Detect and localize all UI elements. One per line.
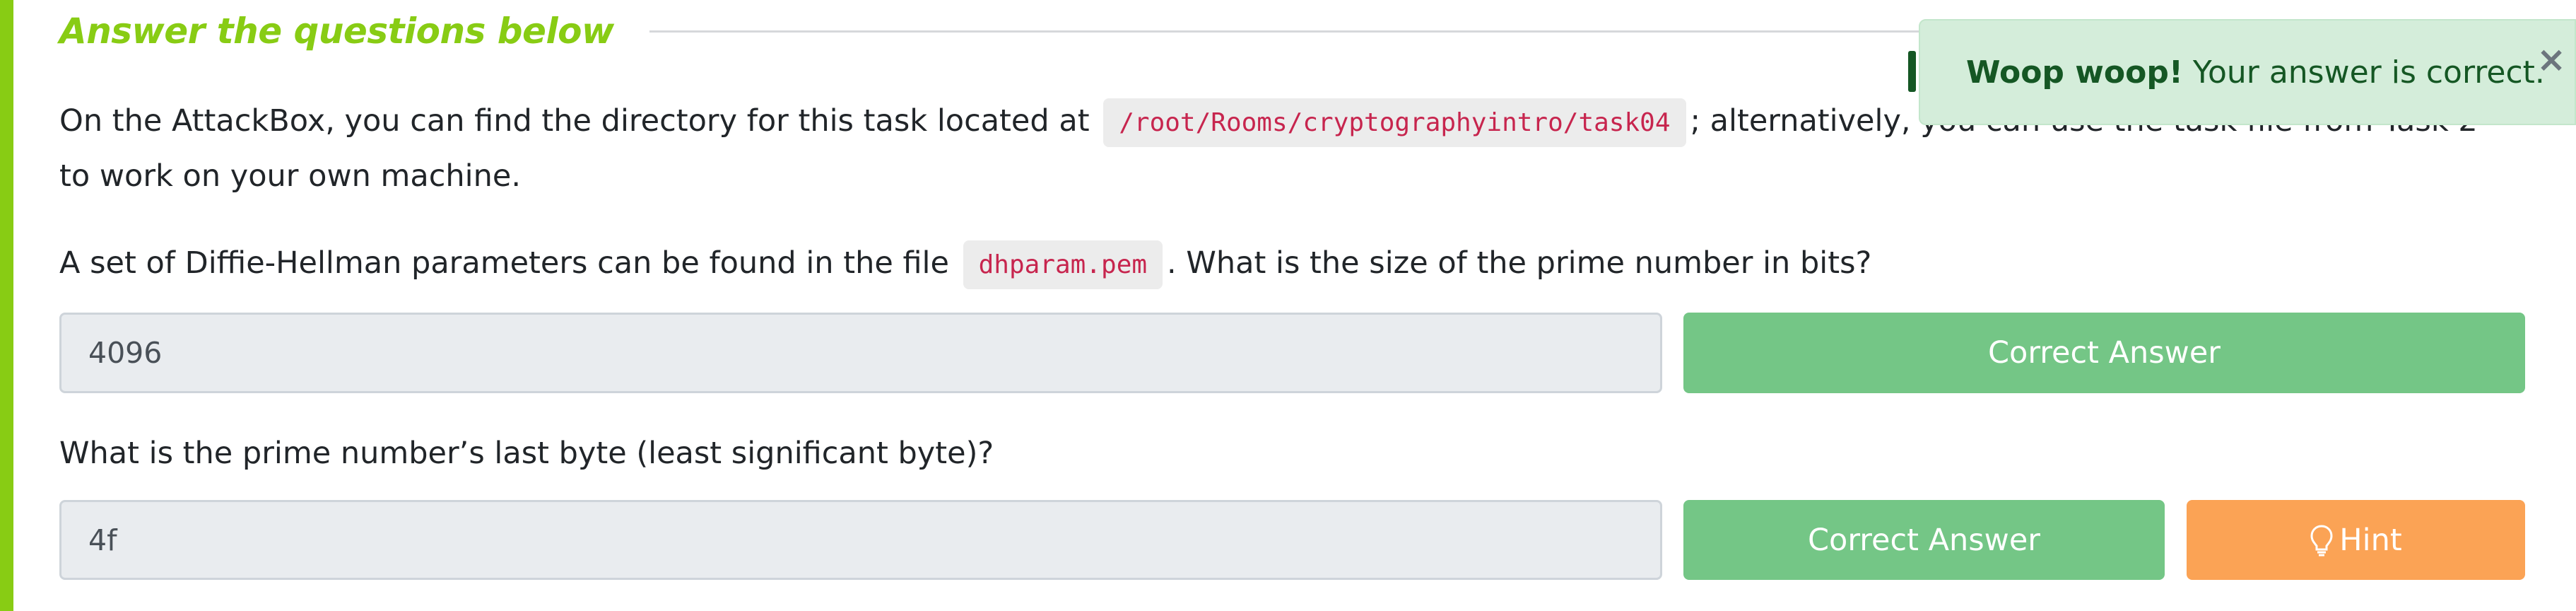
toast-message: Your answer is correct. [2192,54,2545,91]
question-2-answer-value: 4f [88,523,117,557]
left-accent-bar [0,0,13,611]
question-2-text: What is the prime number’s last byte (le… [59,436,994,471]
question-1-answer-field[interactable]: 4096 [59,313,1662,393]
question-2-answer-field[interactable]: 4f [59,500,1662,580]
hint-button[interactable]: Hint [2187,500,2525,580]
question-1-correct-answer-button[interactable]: Correct Answer [1683,313,2525,393]
directory-path-code: /root/Rooms/cryptographyintro/task04 [1103,98,1686,147]
question-1-answer-value: 4096 [88,336,163,370]
section-title: Answer the questions below [59,11,614,52]
toast-title: Woop woop! [1966,54,2183,91]
close-icon[interactable]: × [2536,42,2566,77]
success-toast: Woop woop! Your answer is correct. × [1919,19,2576,125]
intro-paragraph-line2: to work on your own machine. [59,158,521,194]
hint-label: Hint [2339,522,2402,558]
question-1-text: A set of Diffie-Hellman parameters can b… [59,235,2519,293]
question-1-text-before: A set of Diffie-Hellman parameters can b… [59,245,949,281]
question-1-text-after: . What is the size of the prime number i… [1167,245,1872,281]
dhparam-file-code: dhparam.pem [963,240,1163,289]
toast-accent-bar [1908,51,1916,92]
lightbulb-icon [2310,524,2333,556]
question-2-correct-answer-button[interactable]: Correct Answer [1683,500,2165,580]
task-questions-panel: Answer the questions below On the Attack… [0,0,2576,611]
intro-text: On the AttackBox, you can find the direc… [59,103,1090,139]
